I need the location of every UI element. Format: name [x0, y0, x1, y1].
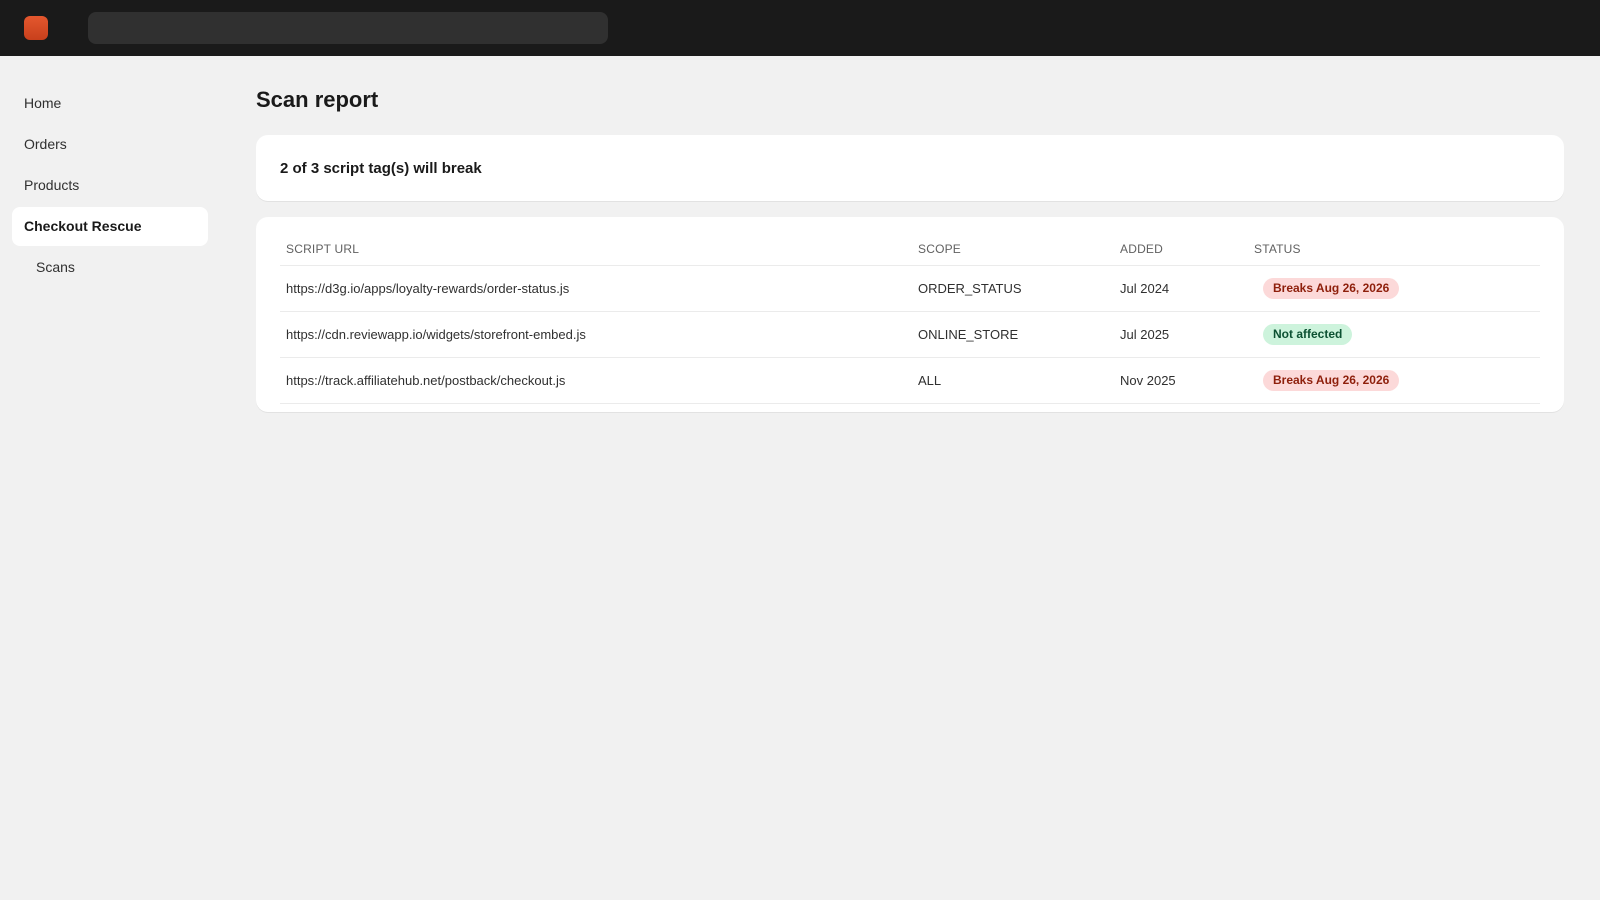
main-content: Scan report 2 of 3 script tag(s) will br… — [256, 56, 1564, 412]
table-row: https://d3g.io/apps/loyalty-rewards/orde… — [280, 265, 1540, 312]
added-cell: Jul 2024 — [1114, 265, 1248, 312]
column-header-script-url: SCRIPT URL — [280, 227, 912, 266]
app-logo-icon[interactable] — [24, 16, 48, 40]
sidebar-item-home[interactable]: Home — [12, 84, 208, 123]
status-cell: Not affected — [1248, 311, 1540, 358]
status-badge: Breaks Aug 26, 2026 — [1263, 369, 1400, 391]
script-tags-card: SCRIPT URL SCOPE ADDED STATUS https://d3… — [256, 217, 1564, 412]
script-tags-table: SCRIPT URL SCOPE ADDED STATUS https://d3… — [280, 227, 1540, 404]
page-title: Scan report — [256, 87, 379, 112]
column-header-status: STATUS — [1248, 227, 1540, 266]
status-badge: Breaks Aug 26, 2026 — [1263, 277, 1400, 299]
sidebar-item-scans[interactable]: Scans — [12, 248, 208, 287]
status-cell: Breaks Aug 26, 2026 — [1248, 357, 1540, 404]
scope-cell: ONLINE_STORE — [912, 311, 1114, 358]
scope-cell: ORDER_STATUS — [912, 265, 1114, 312]
table-header-row: SCRIPT URL SCOPE ADDED STATUS — [280, 227, 1540, 266]
top-bar — [0, 0, 1600, 56]
added-cell: Jul 2025 — [1114, 311, 1248, 358]
sidebar-item-orders[interactable]: Orders — [12, 125, 208, 164]
added-cell: Nov 2025 — [1114, 357, 1248, 404]
script-url-cell: https://track.affiliatehub.net/postback/… — [280, 357, 912, 404]
script-url-cell: https://d3g.io/apps/loyalty-rewards/orde… — [280, 265, 912, 312]
sidebar-item-checkout-rescue[interactable]: Checkout Rescue — [12, 207, 208, 246]
summary-card: 2 of 3 script tag(s) will break — [256, 135, 1564, 201]
sidebar-nav: Home Orders Products Checkout Rescue Sca… — [0, 56, 220, 900]
sidebar-item-products[interactable]: Products — [12, 166, 208, 205]
search-input[interactable] — [88, 12, 608, 44]
summary-text: 2 of 3 script tag(s) will break — [280, 159, 482, 177]
table-row: https://track.affiliatehub.net/postback/… — [280, 357, 1540, 404]
column-header-added: ADDED — [1114, 227, 1248, 266]
table-row: https://cdn.reviewapp.io/widgets/storefr… — [280, 311, 1540, 358]
status-cell: Breaks Aug 26, 2026 — [1248, 265, 1540, 312]
column-header-scope: SCOPE — [912, 227, 1114, 266]
script-url-cell: https://cdn.reviewapp.io/widgets/storefr… — [280, 311, 912, 358]
status-badge: Not affected — [1263, 323, 1353, 345]
scope-cell: ALL — [912, 357, 1114, 404]
